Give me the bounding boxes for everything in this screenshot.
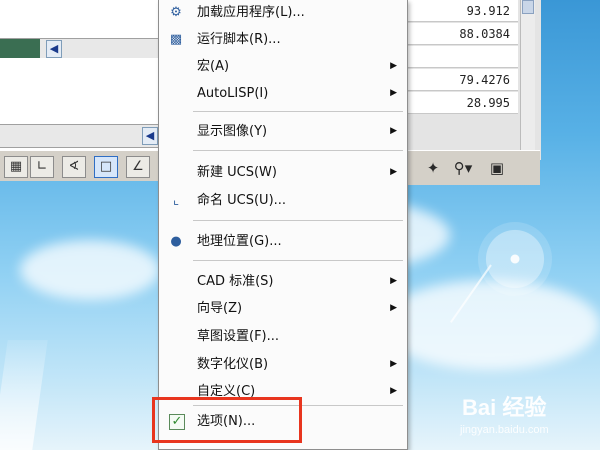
menu-item-label: 加载应用程序(L)... — [197, 5, 305, 20]
menu-item-geographic-location[interactable]: ● 地理位置(G)... — [159, 228, 407, 255]
menu-separator — [193, 220, 403, 221]
menu-item-label: 向导(Z) — [197, 301, 243, 316]
menu-item-label: 显示图像(Y) — [197, 124, 268, 139]
grid-icon[interactable]: ▦ — [4, 156, 28, 178]
menu-item-display-image[interactable]: 显示图像(Y) ▶ — [159, 118, 407, 145]
command-scrollbar[interactable]: ◀ — [0, 124, 160, 148]
layout-tab-bar: ◀ — [0, 38, 160, 60]
watermark-url: jingyan.baidu.com — [460, 424, 549, 436]
menu-item-new-ucs[interactable]: 新建 UCS(W) ▶ — [159, 159, 407, 186]
submenu-arrow-icon: ▶ — [390, 167, 397, 177]
property-value[interactable]: 28.995 — [406, 92, 518, 114]
cloud — [20, 240, 160, 300]
property-value[interactable]: 79.4276 — [406, 69, 518, 91]
menu-item-label: AutoLISP(I) — [197, 86, 269, 101]
zoom-icon[interactable]: ⚲▾ — [449, 157, 477, 179]
scroll-left-button[interactable]: ◀ — [46, 40, 62, 58]
menu-item-autolisp[interactable]: AutoLISP(I) ▶ — [159, 80, 407, 107]
menu-item-named-ucs[interactable]: ⌞ 命名 UCS(U)... — [159, 187, 407, 214]
scroll-thumb[interactable] — [522, 0, 534, 14]
globe-icon: ● — [170, 234, 182, 249]
menu-item-label: 数字化仪(B) — [197, 357, 269, 372]
status-bar: ▦ ∟ ∢ □ ∠ — [0, 150, 160, 181]
named-ucs-icon: ⌞ — [172, 193, 180, 208]
property-value[interactable] — [406, 46, 518, 68]
submenu-arrow-icon: ▶ — [390, 276, 397, 286]
right-toolbar: ✦ ⚲▾ ▣ — [405, 150, 540, 185]
menu-item-digitizer[interactable]: 数字化仪(B) ▶ — [159, 351, 407, 378]
command-window[interactable] — [0, 58, 160, 124]
menu-separator — [193, 260, 403, 261]
load-app-icon: ⚙ — [170, 5, 182, 20]
menu-item-label: CAD 标准(S) — [197, 274, 274, 289]
menu-separator — [193, 111, 403, 112]
menu-item-run-script[interactable]: ▩ 运行脚本(R)... — [159, 26, 407, 53]
menu-item-cad-standards[interactable]: CAD 标准(S) ▶ — [159, 268, 407, 295]
properties-scrollbar[interactable] — [520, 0, 535, 150]
menu-item-label: 宏(A) — [197, 59, 230, 74]
menu-item-macro[interactable]: 宏(A) ▶ — [159, 53, 407, 80]
ortho-icon[interactable]: ∟ — [30, 156, 54, 178]
otrack-icon[interactable]: ∠ — [126, 156, 150, 178]
polar-icon[interactable]: ∢ — [62, 156, 86, 178]
submenu-arrow-icon: ▶ — [390, 386, 397, 396]
menu-item-label: 新建 UCS(W) — [197, 165, 277, 180]
property-value[interactable]: 93.912 — [406, 0, 518, 22]
command-scroll-left-button[interactable]: ◀ — [142, 127, 158, 145]
menu-item-label: 命名 UCS(U)... — [197, 193, 287, 208]
tools-menu: ⚙ 加载应用程序(L)... ▩ 运行脚本(R)... 宏(A) ▶ AutoL… — [158, 0, 408, 450]
menu-item-label: 草图设置(F)... — [197, 329, 280, 344]
background-decoration — [0, 340, 48, 450]
submenu-arrow-icon: ▶ — [390, 126, 397, 136]
menu-item-label: 运行脚本(R)... — [197, 32, 281, 47]
menu-item-label: 地理位置(G)... — [197, 234, 282, 249]
orbit-icon[interactable]: ✦ — [421, 157, 445, 179]
dandelion-image — [478, 222, 552, 296]
window-icon[interactable]: ▣ — [485, 157, 509, 179]
menu-separator — [193, 150, 403, 151]
menu-item-load-application[interactable]: ⚙ 加载应用程序(L)... — [159, 0, 407, 26]
property-value[interactable]: 88.0384 — [406, 23, 518, 45]
submenu-arrow-icon: ▶ — [390, 359, 397, 369]
cloud — [380, 280, 600, 370]
menu-item-wizards[interactable]: 向导(Z) ▶ — [159, 295, 407, 322]
submenu-arrow-icon: ▶ — [390, 303, 397, 313]
model-tab[interactable] — [0, 39, 40, 59]
menu-item-drafting-settings[interactable]: 草图设置(F)... — [159, 323, 407, 350]
osnap-icon[interactable]: □ — [94, 156, 118, 178]
run-script-icon: ▩ — [169, 32, 183, 47]
submenu-arrow-icon: ▶ — [390, 61, 397, 71]
highlight-box — [152, 397, 302, 443]
submenu-arrow-icon: ▶ — [390, 88, 397, 98]
watermark-logo: Bai 经验 — [462, 395, 547, 420]
